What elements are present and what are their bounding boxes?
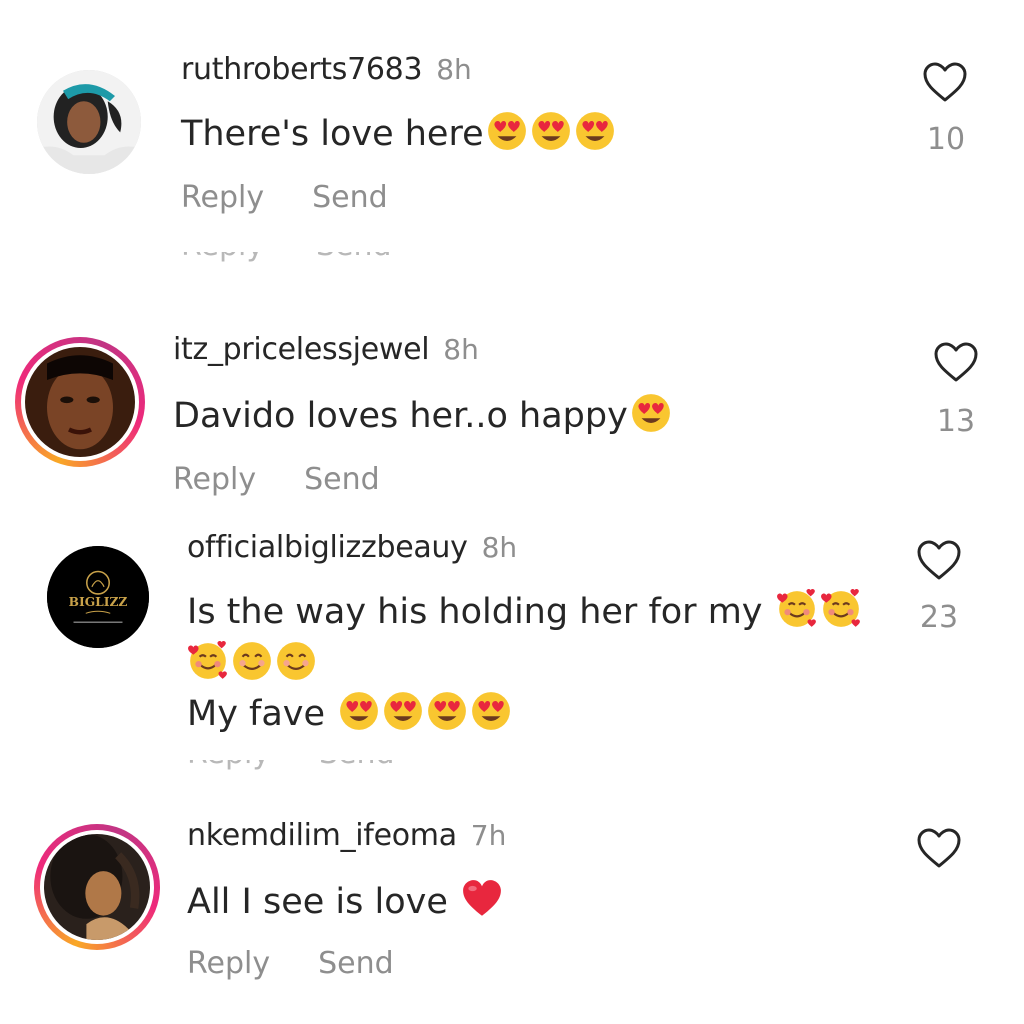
username[interactable]: itz_pricelessjewel: [173, 332, 430, 367]
send-button[interactable]: Send: [318, 946, 394, 981]
timestamp: 7h: [470, 819, 507, 852]
username[interactable]: officialbiglizzbeauy: [187, 530, 468, 565]
like-count: 13: [936, 404, 976, 439]
clipped-action-row: Reply Send: [181, 252, 441, 262]
smiling-face-with-hearts-emoji: [776, 588, 818, 630]
avatar-logo-text: BIGLIZZ: [69, 595, 128, 609]
timestamp: 8h: [443, 333, 479, 366]
timestamp: 8h: [436, 53, 472, 86]
comment-text: Davido loves her..o happy: [173, 390, 672, 442]
username[interactable]: nkemdilim_ifeoma: [187, 818, 457, 853]
avatar-story-ring[interactable]: [15, 337, 145, 467]
heart-eyes-emoji: [630, 392, 672, 434]
avatar[interactable]: BIGLIZZ: [47, 546, 149, 648]
like-count: 23: [919, 600, 959, 635]
reply-button[interactable]: Reply: [181, 180, 264, 215]
avatar-story-ring[interactable]: [34, 824, 160, 950]
like-heart-icon[interactable]: [915, 538, 963, 582]
heart-eyes-emoji: [574, 110, 616, 152]
reply-button[interactable]: Reply: [187, 946, 270, 981]
heart-eyes-emoji: [338, 690, 380, 732]
heart-eyes-emoji: [470, 690, 512, 732]
send-button[interactable]: Send: [304, 462, 380, 497]
heart-eyes-emoji: [530, 110, 572, 152]
avatar[interactable]: [37, 70, 141, 174]
send-button[interactable]: Send: [312, 180, 388, 215]
reply-button[interactable]: Reply: [173, 462, 256, 497]
like-heart-icon[interactable]: [915, 826, 963, 870]
profile-photo-icon: [44, 834, 150, 940]
profile-photo-icon: [37, 70, 141, 174]
like-heart-icon[interactable]: [921, 60, 969, 104]
comment-text-line2: [187, 638, 317, 690]
red-heart-emoji: [461, 878, 503, 920]
smiling-face-emoji: [231, 640, 273, 682]
smiling-face-with-hearts-emoji: [187, 640, 229, 682]
brand-logo-icon: BIGLIZZ: [47, 546, 149, 648]
heart-eyes-emoji: [426, 690, 468, 732]
like-heart-icon[interactable]: [932, 340, 980, 384]
username[interactable]: ruthroberts7683: [181, 52, 423, 87]
comment-text: There's love here: [181, 108, 616, 160]
comment-text: All I see is love: [187, 876, 503, 928]
smiling-face-emoji: [275, 640, 317, 682]
profile-photo-icon: [25, 347, 135, 457]
heart-eyes-emoji: [486, 110, 528, 152]
like-count: 10: [926, 122, 966, 157]
clipped-action-row: Reply Send: [187, 760, 427, 770]
smiling-face-with-hearts-emoji: [820, 588, 862, 630]
comment-text-line3: My fave: [187, 688, 512, 740]
comment-text-line1: Is the way his holding her for my: [187, 586, 862, 638]
timestamp: 8h: [481, 531, 518, 564]
heart-eyes-emoji: [382, 690, 424, 732]
